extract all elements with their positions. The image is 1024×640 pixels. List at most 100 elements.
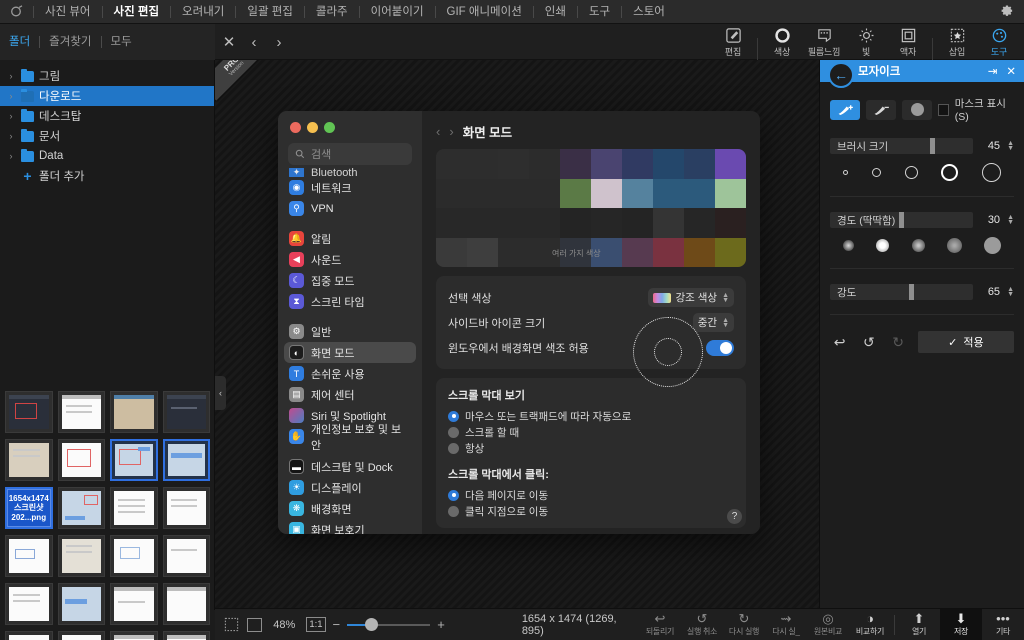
thumbnail-item[interactable]	[162, 535, 210, 577]
thumbnail-item[interactable]	[162, 631, 210, 640]
app-logo-icon[interactable]	[0, 5, 32, 18]
sidebar-icon-size-popup[interactable]: 중간 ▲ ▼	[692, 313, 734, 332]
thumbnail-item[interactable]	[162, 583, 210, 625]
mask-display-checkbox[interactable]: 마스크 표시 (S)	[938, 96, 1014, 123]
hardness-preset-1[interactable]	[843, 240, 854, 251]
brush-erase-tool[interactable]	[866, 99, 896, 120]
folder-tree-item-downloads[interactable]: › 다운로드	[0, 86, 214, 106]
undo-button[interactable]: ↺ 실행 취소	[681, 609, 723, 640]
thumbnail-item[interactable]	[57, 439, 105, 481]
redo-all-button[interactable]: ⇝ 다시 실_	[765, 609, 807, 640]
hardness-preset-2[interactable]	[876, 239, 890, 252]
close-icon[interactable]: ✕	[1006, 64, 1016, 78]
actual-size-button[interactable]: 1:1	[306, 617, 326, 632]
slider-knob[interactable]	[898, 212, 904, 228]
settings-item-screen-time[interactable]: ⧗ 스크린 타임	[284, 291, 416, 312]
chevron-right-icon[interactable]: ›	[6, 131, 16, 141]
thumbnail-item[interactable]	[110, 583, 158, 625]
settings-item-focus[interactable]: ☾ 집중 모드	[284, 270, 416, 291]
settings-item-control-center[interactable]: ▤ 제어 센터	[284, 384, 416, 405]
gear-icon[interactable]	[999, 3, 1014, 21]
radio-icon[interactable]	[448, 442, 459, 454]
hardness-preset-4[interactable]	[946, 238, 962, 253]
hardness-slider[interactable]: 경도 (딱딱함)	[830, 212, 974, 228]
settings-item-network[interactable]: ◉ 네트워크	[284, 177, 416, 198]
back-arrow-icon[interactable]: ←	[828, 62, 854, 88]
folder-tab-favorites[interactable]: 즐겨찾기	[40, 24, 100, 60]
revert-button[interactable]: ↩ 되돌리기	[639, 609, 681, 640]
menu-item-print[interactable]: 인쇄	[535, 0, 576, 24]
thumbnail-item[interactable]	[110, 631, 158, 640]
reset-icon[interactable]: ↩	[830, 332, 849, 352]
settings-item-displays[interactable]: ☀ 디스플레이	[284, 477, 416, 498]
brush-size-preset-1[interactable]	[843, 170, 848, 175]
menu-item-tools[interactable]: 도구	[579, 0, 620, 24]
panel-collapse-handle[interactable]: ‹	[215, 376, 226, 410]
thumbnail-item[interactable]	[5, 439, 53, 481]
thumbnail-item[interactable]	[57, 583, 105, 625]
click-option-next-page[interactable]: 다음 페이지로 이동	[448, 487, 734, 503]
chevron-right-icon[interactable]: ›	[6, 91, 16, 101]
click-option-jump-to-spot[interactable]: 클릭 지점으로 이동	[448, 503, 734, 519]
close-window-icon[interactable]	[290, 122, 301, 133]
next-image-icon[interactable]: ›	[268, 31, 290, 53]
settings-item-desktop-dock[interactable]: ▬ 데스크탑 및 Dock	[284, 456, 416, 477]
marquee-select-icon[interactable]	[223, 616, 240, 633]
maximize-window-icon[interactable]	[324, 122, 335, 133]
folder-tree-item-desktop[interactable]: › 데스크탑	[0, 106, 214, 126]
folder-tab-folder[interactable]: 폴더	[0, 24, 39, 60]
redo-button[interactable]: ↻ 다시 실행	[723, 609, 765, 640]
folder-tab-all[interactable]: 모두	[102, 24, 141, 60]
more-button[interactable]: ••• 기타	[982, 609, 1024, 640]
scroll-option-always[interactable]: 항상	[448, 440, 734, 456]
tool-edit[interactable]: 편집	[712, 24, 754, 60]
radio-icon[interactable]	[448, 426, 459, 438]
prev-image-icon[interactable]: ‹	[243, 31, 265, 53]
thumbnail-item[interactable]	[57, 487, 105, 529]
thumbnail-item[interactable]	[57, 391, 105, 433]
thumbnail-item[interactable]	[5, 583, 53, 625]
zoom-slider[interactable]	[347, 618, 431, 632]
brush-size-preset-3[interactable]	[904, 166, 918, 179]
brush-size-preset-5[interactable]	[982, 163, 1001, 182]
radio-icon[interactable]	[448, 489, 459, 501]
settings-item-bluetooth[interactable]: ✦ Bluetooth	[284, 168, 416, 177]
nav-back-icon[interactable]: ‹	[436, 124, 440, 139]
redo-icon[interactable]: ↻	[889, 332, 908, 352]
thumbnail-item[interactable]	[162, 487, 210, 529]
original-compare-button[interactable]: ◎ 원본비교	[807, 609, 849, 640]
save-button[interactable]: ⬇ 저장	[940, 608, 982, 640]
thumbnail-item[interactable]	[110, 487, 158, 529]
settings-item-notifications[interactable]: 🔔 알림	[284, 228, 416, 249]
scroll-option-when-scrolling[interactable]: 스크롤 할 때	[448, 424, 734, 440]
fill-ball-tool[interactable]	[902, 99, 932, 120]
folder-tree-item-pictures[interactable]: › 그림	[0, 66, 214, 86]
settings-item-vpn[interactable]: ⚲ VPN	[284, 198, 416, 219]
tool-insert[interactable]: 삽입	[936, 24, 978, 60]
zoom-out-button[interactable]: −	[333, 617, 341, 632]
minimize-window-icon[interactable]	[307, 122, 318, 133]
thumbnail-item-selected[interactable]	[110, 439, 158, 481]
slider-knob[interactable]	[365, 618, 379, 631]
image-canvas[interactable]: PRO Version ‹ 검색 ✦ Bluetooth ◉ 네트워크 ⚲ VP…	[215, 60, 819, 608]
accent-color-popup[interactable]: 강조 색상 ▲ ▼	[647, 288, 734, 307]
zoom-in-button[interactable]: +	[437, 617, 445, 632]
thumbnail-item-selected[interactable]	[162, 439, 210, 481]
hardness-preset-5[interactable]	[984, 237, 1001, 254]
chevron-right-icon[interactable]: ›	[6, 151, 16, 161]
tool-film-effect[interactable]: 필름느낌	[803, 24, 845, 60]
open-button[interactable]: ⬆ 열기	[898, 609, 940, 640]
help-icon[interactable]: ?	[727, 509, 742, 524]
settings-item-screensaver[interactable]: ▣ 화면 보호기	[284, 519, 416, 534]
thumbnail-item[interactable]	[162, 391, 210, 433]
menu-item-cutout[interactable]: 오려내기	[172, 0, 234, 24]
stepper-icon[interactable]: ▲ ▼	[1007, 286, 1014, 298]
brush-add-tool[interactable]	[830, 99, 860, 120]
chevron-right-icon[interactable]: ›	[6, 111, 16, 121]
add-folder-button[interactable]: + 폴더 추가	[0, 166, 214, 186]
checkbox-icon[interactable]	[938, 103, 949, 116]
macos-search-field[interactable]: 검색	[288, 143, 412, 165]
slider-knob[interactable]	[908, 284, 914, 300]
hardness-preset-3[interactable]	[911, 239, 925, 252]
brush-size-preset-2[interactable]	[871, 168, 881, 177]
